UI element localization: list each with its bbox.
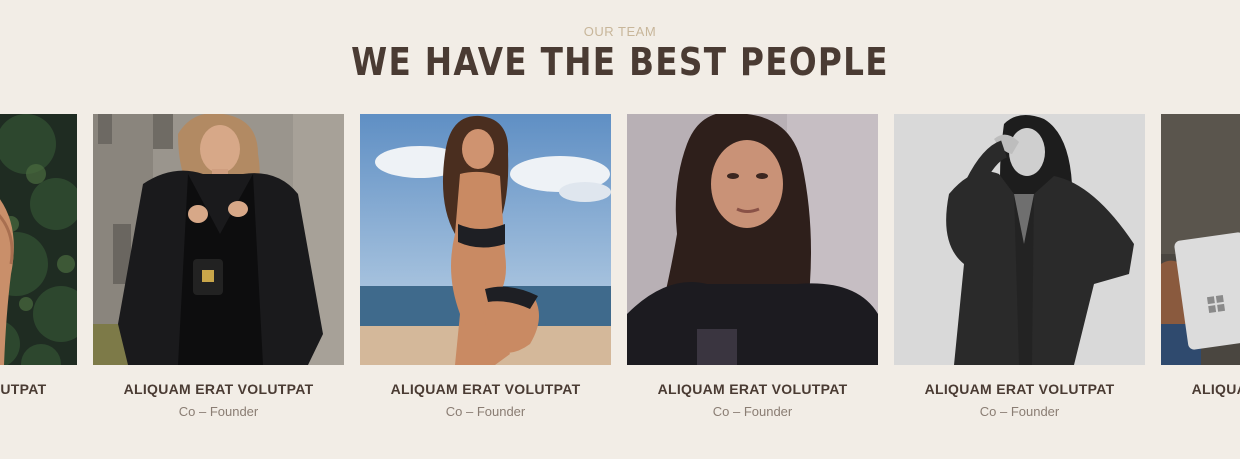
team-card[interactable]: ALIQUAM ERAT VOLUTPAT Co – Founder xyxy=(93,114,344,419)
team-carousel[interactable]: ALIQUAM ERAT VOLUTPAT Co – Founder xyxy=(0,114,1240,434)
team-member-name: ALIQUAM ERAT VOLUTPAT xyxy=(1191,381,1240,397)
team-photo[interactable] xyxy=(627,114,878,365)
team-card[interactable]: ALIQUAM ERAT VOLUTPAT Co – Founder xyxy=(0,114,77,397)
team-member-role: Co – Founder xyxy=(712,404,793,419)
team-photo[interactable] xyxy=(360,114,611,365)
team-photo[interactable] xyxy=(93,114,344,365)
team-photo[interactable] xyxy=(0,114,77,365)
team-photo[interactable] xyxy=(894,114,1145,365)
team-member-role: Co – Founder xyxy=(1161,404,1240,419)
team-photo[interactable] xyxy=(1161,114,1240,365)
team-member-role: Co – Founder xyxy=(0,404,77,419)
team-section: OUR TEAM WE HAVE THE BEST PEOPLE UTPAT A… xyxy=(0,0,1240,459)
team-member-name: ALIQUAM ERAT VOLUTPAT xyxy=(0,381,47,397)
team-card[interactable]: ALIQUAM ERAT VOLUTPAT Co – Founder xyxy=(627,114,878,419)
team-member-name: ALIQUAM ERAT VOLUTPAT xyxy=(924,381,1115,397)
section-title: WE HAVE THE BEST PEOPLE xyxy=(351,40,889,84)
section-eyebrow: OUR TEAM xyxy=(583,24,657,39)
team-member-name: ALIQUAM ERAT VOLUTPAT xyxy=(123,381,314,397)
team-member-role: Co – Founder xyxy=(445,404,526,419)
team-card[interactable]: ALIQUAM ERAT VOLUTPAT Co – Founder xyxy=(1161,114,1240,397)
team-card[interactable]: ALIQUAM ERAT VOLUTPAT Co – Founder xyxy=(894,114,1145,419)
team-member-name: ALIQUAM ERAT VOLUTPAT xyxy=(390,381,581,397)
team-member-role: Co – Founder xyxy=(178,404,259,419)
team-member-role: Co – Founder xyxy=(979,404,1060,419)
team-card[interactable]: ALIQUAM ERAT VOLUTPAT Co – Founder xyxy=(360,114,611,419)
team-member-name: ALIQUAM ERAT VOLUTPAT xyxy=(657,381,848,397)
